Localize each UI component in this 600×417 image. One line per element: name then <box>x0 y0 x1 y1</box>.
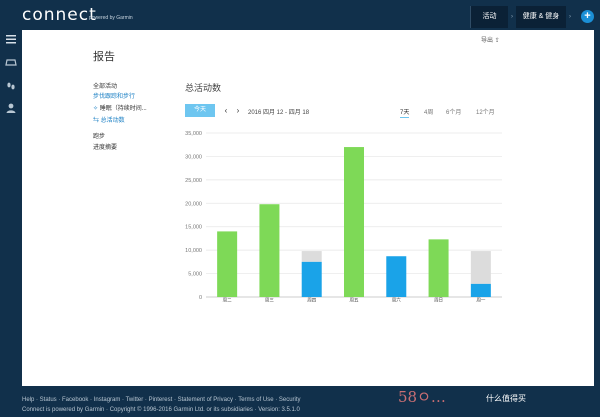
sidebar-item-sleep-label: 睡眠（持续时间... <box>99 106 147 112</box>
y-tick-label: 35,000 <box>185 131 202 137</box>
y-tick-label: 20,000 <box>185 201 202 207</box>
y-tick-label: 30,000 <box>185 154 202 160</box>
activity-bar[interactable] <box>470 283 491 297</box>
activities-button[interactable]: 活动 <box>470 6 508 28</box>
y-tick-label: 15,000 <box>185 225 202 231</box>
activity-bar[interactable] <box>386 256 407 297</box>
x-tick-label: 周日 <box>434 298 443 304</box>
sidebar-item-sleep[interactable]: ✧ 睡眠（持续时间... <box>93 103 147 112</box>
x-tick-label: 周一 <box>476 298 485 304</box>
x-tick-label: 周二 <box>223 298 232 304</box>
x-tick-label: 周五 <box>350 298 359 304</box>
x-tick-label: 周三 <box>265 298 274 304</box>
activity-bar[interactable] <box>259 204 280 297</box>
health-dropdown-icon[interactable]: › <box>566 6 574 28</box>
prev-week-button[interactable]: ‹ <box>221 104 231 117</box>
activity-bar[interactable] <box>428 239 449 297</box>
watermark-text: 什么值得买 <box>486 394 526 403</box>
activities-dropdown-icon[interactable]: › <box>508 6 516 28</box>
activity-bar[interactable] <box>217 231 238 297</box>
goal-remaining-bar[interactable] <box>470 251 491 284</box>
top-bar: connect powered by Garmin 活动 › 健康 & 健身 ›… <box>0 0 600 30</box>
footer-links[interactable]: Help · Status · Facebook · Instagram · T… <box>22 397 301 403</box>
activity-bar[interactable] <box>344 147 364 297</box>
activity-bar[interactable] <box>301 261 322 297</box>
sidebar-item-total-label: 总活动数 <box>100 118 125 124</box>
chart-title: 总活动数 <box>185 83 222 93</box>
sidebar-item-steps[interactable]: 步伐跟踪和步行 <box>93 91 135 100</box>
sleep-icon: ✧ <box>93 106 100 112</box>
logo-subtitle: powered by Garmin <box>89 15 133 21</box>
y-tick-label: 25,000 <box>185 178 202 184</box>
menu-icon[interactable] <box>5 33 17 45</box>
period-4-weeks[interactable]: 4周 <box>424 107 433 116</box>
health-fitness-button[interactable]: 健康 & 健身 <box>516 6 566 28</box>
activity-bar-chart: 0 5,000 10,000 15,000 20,000 25,000 30,000 35,0… <box>185 131 502 304</box>
period-7-days[interactable]: 7天 <box>400 107 410 118</box>
inbox-icon[interactable] <box>5 56 17 68</box>
date-range: 2016 四月 12 - 四月 18 <box>248 110 310 116</box>
y-tick-label: 10,000 <box>185 248 202 254</box>
goal-remaining-bar[interactable] <box>301 251 322 262</box>
y-tick-label: 5,000 <box>188 272 202 278</box>
x-tick-label: 周四 <box>307 298 316 304</box>
today-button[interactable]: 今天 <box>185 104 215 117</box>
period-12-months[interactable]: 12个月 <box>476 107 495 116</box>
add-icon[interactable]: + <box>581 10 594 23</box>
app-logo[interactable]: connect <box>22 5 97 25</box>
sidebar-group-title: 全部活动 <box>93 84 118 90</box>
footer-copyright: Connect is powered by Garmin · Copyright… <box>22 407 300 413</box>
period-6-months[interactable]: 6个月 <box>446 107 461 116</box>
page-title: 报告 <box>93 51 115 63</box>
export-button[interactable]: 导出 ⇪ <box>481 35 500 44</box>
user-icon[interactable] <box>5 102 17 114</box>
left-nav <box>0 30 22 386</box>
sidebar-item-total-activities[interactable]: ⇆ 总活动数 <box>93 115 125 124</box>
sidebar-group-running: 跑步 <box>93 134 106 140</box>
steps-icon[interactable] <box>5 80 17 92</box>
sidebar-item-progress[interactable]: 进度摘要 <box>93 142 117 151</box>
main-panel: 报告 导出 ⇪ 全部活动 步伐跟踪和步行 ✧ 睡眠（持续时间... ⇆ 总活动数… <box>22 30 594 386</box>
watermark-logo: 58ㅇ… <box>398 388 446 406</box>
x-tick-label: 周六 <box>392 297 401 304</box>
next-week-button[interactable]: › <box>233 104 243 117</box>
y-tick-label: 0 <box>199 295 202 301</box>
activity-icon: ⇆ <box>93 118 101 124</box>
